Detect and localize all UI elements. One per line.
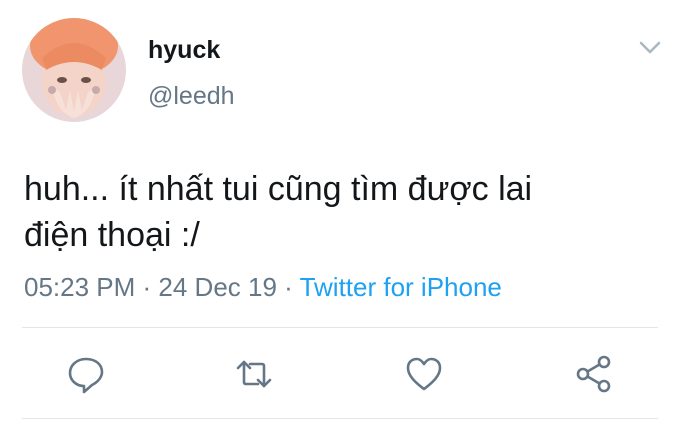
tweet-card: hyuck @leedh huh... ít nhất tui cũng tìm… <box>0 0 680 423</box>
chevron-down-icon[interactable] <box>636 38 664 58</box>
heart-icon <box>406 357 442 391</box>
tweet-meta: 05:23 PM · 24 Dec 19 · Twitter for iPhon… <box>24 271 502 303</box>
display-name[interactable]: hyuck <box>148 36 220 64</box>
retweet-button[interactable] <box>234 354 274 394</box>
tweet-source-link[interactable]: Twitter for iPhone <box>300 272 502 302</box>
meta-separator: · <box>135 272 159 302</box>
avatar[interactable] <box>22 18 126 122</box>
meta-separator: · <box>276 272 300 302</box>
share-icon <box>576 355 611 393</box>
reply-icon <box>68 357 104 394</box>
user-handle[interactable]: @leedh <box>148 82 235 110</box>
tweet-time[interactable]: 05:23 PM <box>24 272 135 302</box>
avatar-image <box>22 18 126 122</box>
divider <box>22 327 658 328</box>
like-button[interactable] <box>404 354 444 394</box>
tweet-date[interactable]: 24 Dec 19 <box>158 272 277 302</box>
tweet-text-line: điện thoại :/ <box>24 216 200 254</box>
reply-button[interactable] <box>66 354 106 394</box>
share-button[interactable] <box>574 354 614 394</box>
divider <box>22 418 658 419</box>
retweet-icon <box>236 360 272 388</box>
tweet-text-line: huh... ít nhất tui cũng tìm được lai <box>24 170 533 208</box>
tweet-text: huh... ít nhất tui cũng tìm được lai điệ… <box>24 166 644 258</box>
